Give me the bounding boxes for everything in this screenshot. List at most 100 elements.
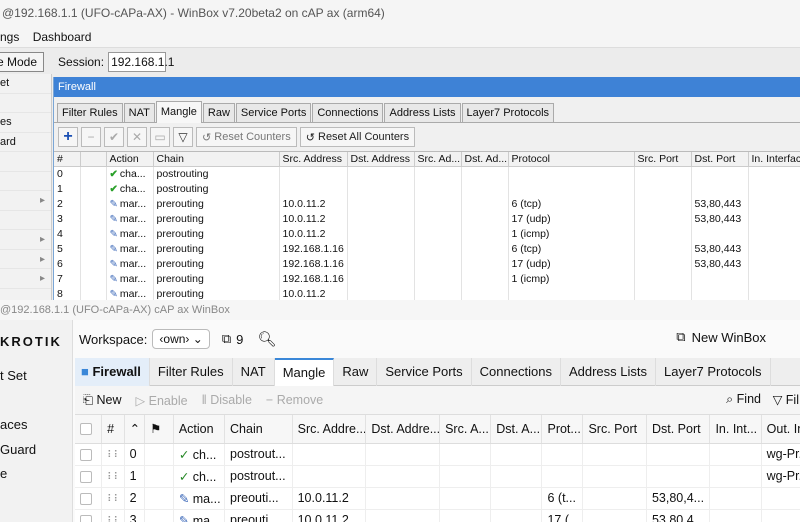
find-button[interactable]: ⌕ Find: [726, 392, 761, 407]
row-checkbox[interactable]: [80, 470, 92, 483]
drag-handle-icon[interactable]: ⠇⠇: [107, 494, 121, 505]
col-dst-port[interactable]: Dst. Port: [646, 415, 711, 444]
col-dst-address[interactable]: Dst. Addre...: [365, 415, 441, 444]
search-icon[interactable]: 🔍︎: [257, 330, 276, 348]
col-dst-port[interactable]: Dst. Port: [691, 152, 749, 167]
row-select[interactable]: [75, 443, 103, 466]
row-select[interactable]: [75, 487, 103, 510]
col-number[interactable]: #: [54, 152, 81, 167]
table-row[interactable]: 6 ✎ mar... prerouting 192.168.1.16 17 (udp) 53…: [54, 256, 800, 272]
sidebar-item[interactable]: ard: [0, 133, 51, 152]
col-src-address[interactable]: Src. Addre...: [292, 415, 367, 444]
col-number[interactable]: #: [101, 415, 125, 444]
sidebar-item[interactable]: ▸: [0, 269, 51, 289]
reset-counters-button[interactable]: ↺ Reset Counters: [196, 127, 297, 147]
row-checkbox[interactable]: [80, 514, 92, 522]
workspace-select[interactable]: ‹own› ⌄: [152, 329, 210, 349]
col-dst-address-list[interactable]: Dst. Ad...: [461, 152, 509, 167]
filter-icon[interactable]: ▽: [173, 127, 193, 147]
col-chain[interactable]: Chain: [224, 415, 293, 444]
tab-layer7-protocols[interactable]: Layer7 Protocols: [461, 103, 555, 122]
sidebar-item[interactable]: e: [0, 462, 72, 487]
tab-address-lists[interactable]: Address Lists: [384, 103, 461, 122]
tab-nat[interactable]: NAT: [233, 358, 275, 386]
table-row[interactable]: ⠇⠇ 3 ✎ ma... preouti... 10.0.11.2 17 (... 53,8…: [75, 509, 800, 522]
tab-mangle[interactable]: Mangle: [274, 358, 335, 386]
row-select[interactable]: [75, 509, 103, 522]
col-src-port[interactable]: Src. Port: [582, 415, 647, 444]
session-field[interactable]: 192.168.1.1: [108, 51, 174, 72]
table-row[interactable]: 3 ✎ mar... prerouting 10.0.11.2 17 (udp) 53,80…: [54, 211, 800, 227]
sidebar-item[interactable]: t Set: [0, 364, 72, 389]
disable-button[interactable]: ‖ Disable: [202, 393, 252, 407]
sidebar-item[interactable]: Guard: [0, 438, 72, 463]
table-row[interactable]: 4 ✎ mar... prerouting 10.0.11.2 1 (icmp): [54, 226, 800, 242]
sidebar-item[interactable]: es: [0, 113, 51, 133]
safe-mode-button[interactable]: e Mode: [0, 51, 45, 72]
table-row[interactable]: ⠇⠇1✓ ch...postrout...wg-Pr...: [75, 465, 800, 488]
table-row[interactable]: 0 ✔ cha... postrouting: [54, 166, 800, 182]
col-select[interactable]: [75, 415, 103, 444]
table-row[interactable]: 8 ✎ mar... prerouting 10.0.11.2: [54, 286, 800, 300]
sidebar-item[interactable]: [0, 172, 51, 191]
drag-handle-icon[interactable]: ⠇⠇: [107, 472, 121, 483]
filter-button[interactable]: ▽ Fil: [773, 392, 799, 407]
tab-connections[interactable]: Connections: [312, 103, 384, 122]
new-button[interactable]: ⎗ New: [83, 393, 122, 408]
reset-all-counters-button[interactable]: ↺ Reset All Counters: [299, 127, 416, 147]
table-row[interactable]: 1 ✔ cha... postrouting: [54, 181, 800, 197]
sidebar-item[interactable]: [0, 389, 72, 414]
sidebar-item[interactable]: ▸: [0, 250, 51, 269]
table-row[interactable]: 5 ✎ mar... prerouting 192.168.1.16 6 (tcp) 53,…: [54, 241, 800, 257]
tab-raw[interactable]: Raw: [334, 358, 378, 386]
tab-service-ports[interactable]: Service Ports: [377, 358, 472, 386]
col-in-interface[interactable]: In. Interfac: [748, 152, 800, 167]
disable-button[interactable]: ✕: [127, 127, 147, 147]
table-row[interactable]: 7 ✎ mar... prerouting 192.168.1.16 1 (icmp): [54, 271, 800, 287]
col-in-interface[interactable]: In. Int...: [709, 415, 762, 444]
row-checkbox[interactable]: [80, 492, 92, 505]
col-action[interactable]: Action: [106, 152, 154, 167]
tab-layer7-protocols[interactable]: Layer7 Protocols: [656, 358, 771, 386]
sidebar-item[interactable]: et: [0, 74, 51, 94]
row-checkbox[interactable]: [80, 448, 92, 461]
col-protocol[interactable]: Protocol: [508, 152, 635, 167]
col-src-address-list[interactable]: Src. A...: [439, 415, 492, 444]
col-protocol[interactable]: Prot...: [541, 415, 584, 444]
col-dst-address[interactable]: Dst. Address: [347, 152, 415, 167]
tab-filter-rules[interactable]: Filter Rules: [57, 103, 123, 122]
sidebar-item[interactable]: [0, 211, 51, 230]
col-action[interactable]: Action: [173, 415, 226, 444]
tab-raw[interactable]: Raw: [202, 103, 235, 122]
row-grip[interactable]: ⠇⠇: [101, 487, 125, 510]
row-grip[interactable]: ⠇⠇: [101, 509, 125, 522]
enable-button[interactable]: ▷ Enable: [136, 393, 188, 408]
remove-button[interactable]: −: [81, 127, 101, 147]
select-all-checkbox[interactable]: [80, 423, 92, 436]
sidebar-item[interactable]: ▸: [0, 191, 51, 211]
row-select[interactable]: [75, 465, 103, 488]
col-src-port[interactable]: Src. Port: [634, 152, 692, 167]
col-src-address[interactable]: Src. Address: [279, 152, 348, 167]
comment-button[interactable]: ▭: [150, 127, 170, 147]
sort-up-icon[interactable]: ⌃: [124, 415, 146, 444]
enable-button[interactable]: ✔: [104, 127, 124, 147]
tab-connections[interactable]: Connections: [472, 358, 561, 386]
row-grip[interactable]: ⠇⠇: [101, 443, 125, 466]
sidebar-item[interactable]: aces: [0, 413, 72, 438]
tab-address-lists[interactable]: Address Lists: [561, 358, 656, 386]
menu-dashboard[interactable]: Dashboard: [33, 30, 92, 44]
tab-service-ports[interactable]: Service Ports: [235, 103, 312, 122]
col-out-interface[interactable]: Out. In...: [761, 415, 800, 444]
drag-handle-icon[interactable]: ⠇⠇: [107, 516, 121, 522]
add-button[interactable]: +: [58, 127, 78, 147]
table-row[interactable]: 2 ✎ mar... prerouting 10.0.11.2 6 (tcp) 53,80,…: [54, 196, 800, 212]
row-grip[interactable]: ⠇⠇: [101, 465, 125, 488]
drag-handle-icon[interactable]: ⠇⠇: [107, 450, 121, 461]
table-row[interactable]: ⠇⠇0✓ ch...postrout...wg-Pr...: [75, 443, 800, 466]
tab-firewall[interactable]: ■ Firewall: [75, 358, 150, 386]
flag-icon[interactable]: ⚑: [144, 415, 174, 444]
menu-settings[interactable]: ngs: [0, 30, 19, 44]
tab-mangle[interactable]: Mangle: [155, 101, 202, 123]
remove-button[interactable]: − Remove: [266, 393, 323, 407]
